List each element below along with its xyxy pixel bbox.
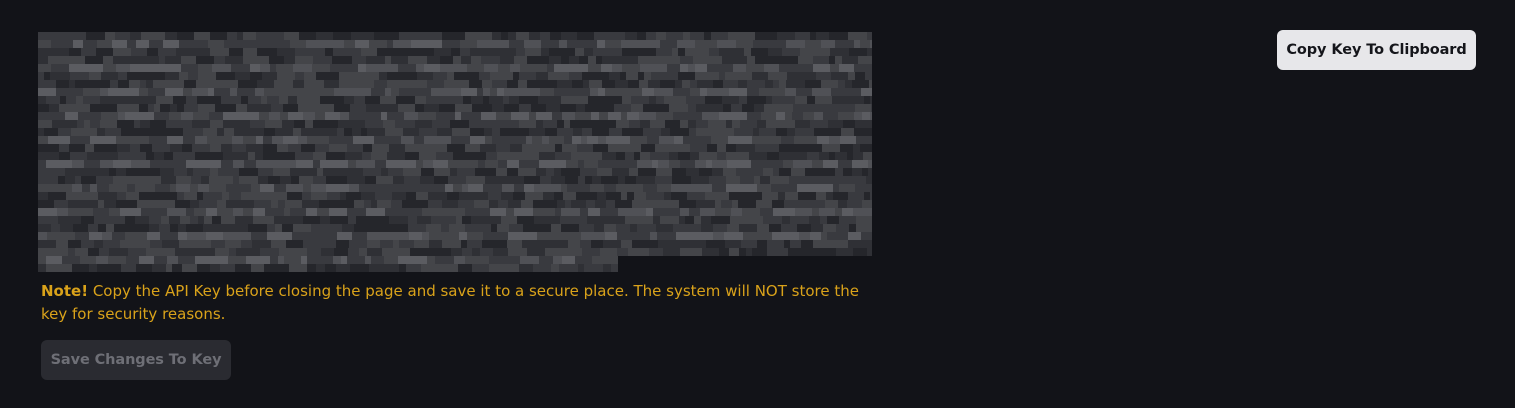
redaction-row [38, 208, 872, 216]
redaction-row [38, 120, 872, 128]
redaction-row [38, 136, 872, 144]
redaction-row [38, 216, 872, 224]
redaction-row [38, 256, 872, 264]
redaction-row [38, 160, 872, 168]
redaction-row [38, 184, 872, 192]
redaction-row [38, 88, 872, 96]
redaction-row [38, 144, 872, 152]
redaction-row [38, 224, 872, 232]
redaction-row [38, 104, 872, 112]
api-key-panel: Note! Copy the API Key before closing th… [0, 0, 1515, 408]
redaction-row [38, 64, 872, 72]
redaction-row [38, 264, 872, 272]
redaction-row [38, 232, 872, 240]
redaction-row [38, 80, 872, 88]
note-label: Note! [41, 282, 89, 300]
redaction-row [38, 112, 872, 120]
redaction-row [38, 248, 872, 256]
redaction-row [38, 96, 872, 104]
api-key-value-redacted[interactable] [38, 32, 872, 278]
redaction-row [38, 32, 872, 40]
redaction-row [38, 168, 872, 176]
security-note: Note! Copy the API Key before closing th… [41, 280, 861, 326]
redaction-row [38, 40, 872, 48]
redaction-row [38, 128, 872, 136]
redaction-row [38, 200, 872, 208]
redaction-row [38, 152, 872, 160]
save-changes-button[interactable]: Save Changes To Key [41, 340, 231, 380]
redaction-row [38, 72, 872, 80]
redaction-row [38, 48, 872, 56]
copy-key-button[interactable]: Copy Key To Clipboard [1277, 30, 1476, 70]
redaction-row [38, 192, 872, 200]
redaction-row [38, 56, 872, 64]
redaction-row [38, 176, 872, 184]
redaction-row [38, 240, 872, 248]
note-text: Copy the API Key before closing the page… [41, 282, 859, 323]
